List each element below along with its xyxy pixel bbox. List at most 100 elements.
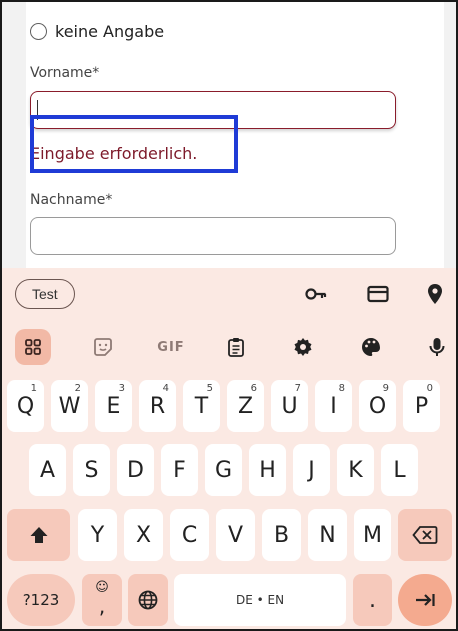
key-hint: 3 [118,383,125,394]
key-label: A [39,457,56,483]
key-c[interactable]: C [170,509,209,561]
key-label: U [281,393,298,419]
language-switch-key[interactable] [128,574,168,626]
key-m[interactable]: M [354,509,391,561]
symbols-key[interactable]: ?123 [7,574,75,626]
key-hint: 6 [250,383,257,394]
key-i[interactable]: I8 [315,380,352,432]
key-label: K [348,457,363,483]
key-hint: 9 [382,383,389,394]
sticker-icon[interactable] [90,334,116,360]
apps-grid-icon[interactable] [15,329,51,365]
key-label: I [330,393,337,419]
key-q[interactable]: Q1 [7,380,44,432]
shift-arrow-icon [30,527,47,543]
key-k[interactable]: K [337,444,374,496]
key-label: F [173,457,186,483]
key-h[interactable]: H [249,444,286,496]
key-label: O [368,393,387,419]
first-name-label: Vorname* [30,65,100,81]
form-area: keine Angabe Vorname* Eingabe erforderli… [2,2,456,268]
enter-next-key[interactable] [398,574,452,626]
key-hint: 5 [206,383,213,394]
key-label: Z [237,393,254,419]
emoji-small-icon: ☺ [95,580,109,595]
clipboard-icon[interactable] [223,334,249,360]
key-v[interactable]: V [216,509,255,561]
key-y[interactable]: Y [78,509,117,561]
credit-card-icon[interactable] [366,282,390,306]
key-hint: 7 [294,383,301,394]
key-label: S [84,457,99,483]
keyboard-toolbar: GIF [2,326,456,370]
key-hint: 4 [162,383,169,394]
key-u[interactable]: U7 [271,380,308,432]
arrow-to-right-icon [416,594,435,606]
shift-key[interactable] [7,509,70,561]
key-label: T [194,393,209,419]
error-highlight-box [30,115,238,173]
key-t[interactable]: T5 [183,380,220,432]
key-password-icon[interactable] [304,282,328,306]
key-label: P [414,393,429,419]
key-hint: 0 [426,383,433,394]
key-label: X [135,522,152,548]
radio-button[interactable] [30,23,47,40]
space-language-label: DE • EN [235,593,285,607]
on-screen-keyboard: Test GIF Q 1 W 2 E 3 R 4 T 5 Z 6 U 7 I 8… [2,268,456,629]
key-j[interactable]: J [293,444,330,496]
settings-gear-icon[interactable] [290,334,316,360]
gif-icon[interactable]: GIF [154,334,188,360]
microphone-icon[interactable] [424,334,450,360]
screen: keine Angabe Vorname* Eingabe erforderli… [0,0,458,631]
key-label: C [181,522,198,548]
key-p[interactable]: P0 [403,380,440,432]
key-label: Y [90,522,105,548]
key-b[interactable]: B [262,509,301,561]
suggestion-bar: Test [2,268,456,320]
key-o[interactable]: O9 [359,380,396,432]
key-label: N [319,522,336,548]
key-label: H [259,457,276,483]
key-x[interactable]: X [124,509,163,561]
key-w[interactable]: W2 [51,380,88,432]
key-s[interactable]: S [73,444,110,496]
key-e[interactable]: E3 [95,380,132,432]
key-label: Q [16,393,35,419]
key-hint: 8 [338,383,345,394]
key-f[interactable]: F [161,444,198,496]
location-pin-icon[interactable] [423,282,447,306]
key-label: E [106,393,121,419]
key-g[interactable]: G [205,444,242,496]
backspace-key[interactable] [398,509,452,561]
key-l[interactable]: L [381,444,418,496]
globe-icon [138,590,158,610]
key-label: ?123 [22,591,60,609]
last-name-input[interactable] [30,217,396,255]
key-label: . [369,587,376,613]
gif-label: GIF [157,339,185,355]
theme-palette-icon[interactable] [358,334,384,360]
key-label: G [214,457,233,483]
key-label: W [58,393,81,419]
space-bar[interactable]: DE • EN [174,574,346,626]
emoji-comma-key[interactable]: ☺ , [82,574,122,626]
radio-label: keine Angabe [55,22,165,41]
key-label: V [227,522,244,548]
key-hint: 2 [74,383,81,394]
key-hint: 1 [30,383,37,394]
key-d[interactable]: D [117,444,154,496]
key-label: R [149,393,166,419]
backspace-icon [412,526,438,544]
key-z[interactable]: Z6 [227,380,264,432]
period-key[interactable]: . [353,574,392,626]
suggestion-chip[interactable]: Test [15,279,75,309]
key-label: B [273,522,290,548]
radio-keine-angabe[interactable]: keine Angabe [30,22,164,41]
key-label: J [308,457,315,483]
key-label: D [127,457,144,483]
key-a[interactable]: A [29,444,66,496]
key-label: M [363,522,382,548]
key-n[interactable]: N [308,509,347,561]
key-r[interactable]: R4 [139,380,176,432]
